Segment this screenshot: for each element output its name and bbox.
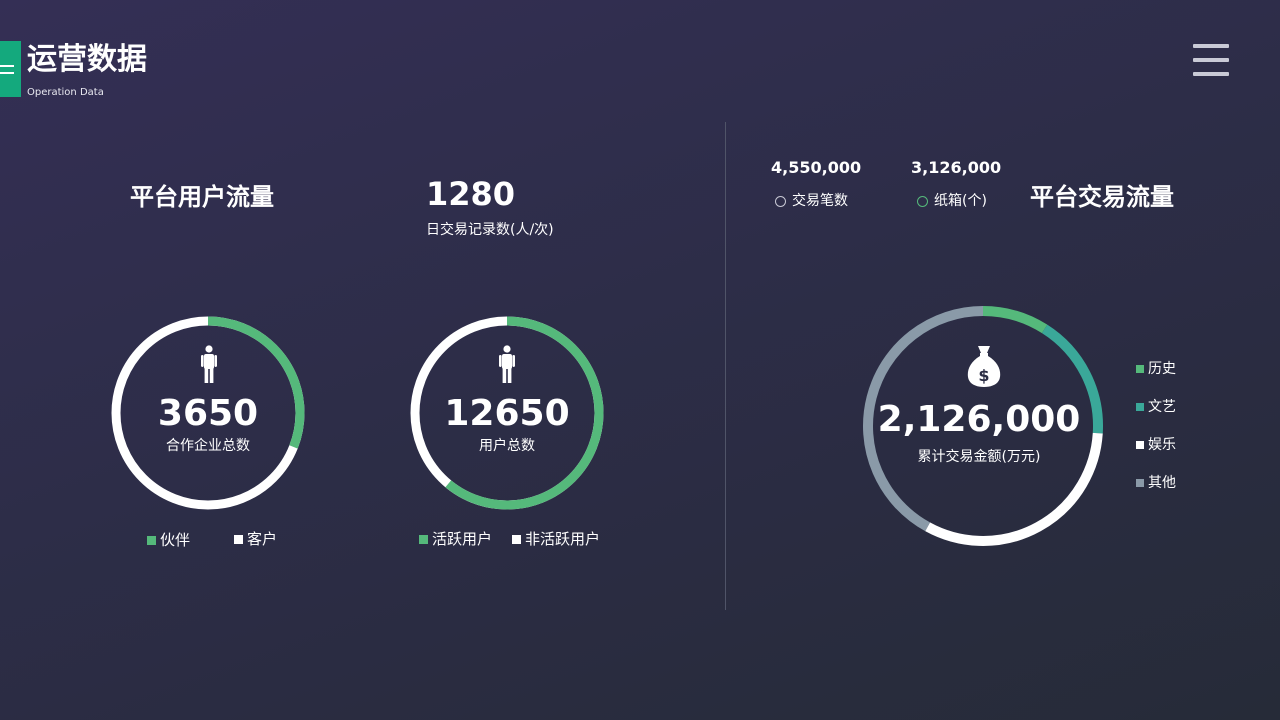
legend-swatch (147, 535, 156, 545)
transaction-count-caption: 交易笔数 (775, 192, 848, 210)
circle-marker-icon (917, 195, 928, 207)
legend-label: 伙伴 (160, 531, 191, 549)
legend-label: 文艺 (1148, 399, 1176, 415)
person-icon (201, 345, 217, 383)
legend-swatch (1136, 365, 1144, 373)
legend-other: 其他 (1136, 474, 1176, 492)
legend-swatch (1136, 441, 1144, 449)
users-total-label: 用户总数 (479, 438, 535, 454)
hamburger-menu-icon[interactable] (1193, 44, 1229, 76)
legend-swatch (1136, 403, 1144, 411)
legend-label: 客户 (247, 530, 278, 548)
caption-text: 交易笔数 (792, 193, 848, 209)
legend-customer: 客户 (234, 529, 277, 549)
users-total-value: 12650 (444, 393, 570, 434)
legend-swatch (419, 534, 428, 544)
caption-text: 纸箱(个) (934, 193, 987, 209)
trade-amount-label: 累计交易金额(万元) (917, 449, 1041, 465)
legend-history: 历史 (1136, 360, 1176, 378)
legend-inactive-users: 非活跃用户 (512, 529, 600, 549)
carton-count-caption: 纸箱(个) (917, 192, 987, 210)
daily-record-value: 1280 (426, 175, 516, 213)
legend-swatch (512, 534, 521, 544)
carton-count-value: 3,126,000 (911, 158, 1002, 177)
trade-traffic-title: 平台交易流量 (1030, 183, 1174, 211)
circle-marker-icon (775, 195, 786, 207)
legend-label: 活跃用户 (432, 530, 493, 548)
legend-label: 历史 (1148, 361, 1176, 377)
partners-total-value: 3650 (157, 393, 259, 434)
donut-slice-历史 (982, 306, 1048, 334)
tab-line (0, 65, 14, 67)
section-divider (725, 122, 726, 610)
legend-entertainment: 娱乐 (1136, 436, 1176, 454)
daily-record-caption: 日交易记录数(人/次) (426, 222, 554, 238)
legend-swatch (1136, 479, 1144, 487)
legend-label: 娱乐 (1148, 437, 1176, 453)
legend-label: 其他 (1148, 475, 1176, 491)
header-accent-tab (0, 41, 21, 97)
page-title: 运营数据 (27, 42, 147, 77)
legend-literature: 文艺 (1136, 398, 1176, 416)
legend-swatch (234, 534, 243, 544)
transaction-count-value: 4,550,000 (771, 158, 862, 177)
trade-amount-value: 2,126,000 (877, 399, 1081, 440)
page-subtitle: Operation Data (27, 87, 104, 98)
svg-text:$: $ (978, 366, 989, 385)
legend-label: 非活跃用户 (525, 530, 601, 548)
legend-active-users: 活跃用户 (419, 529, 492, 549)
tab-line (0, 72, 14, 74)
user-traffic-title: 平台用户流量 (130, 183, 274, 211)
person-icon (499, 345, 515, 383)
legend-partner: 伙伴 (147, 530, 190, 550)
partners-total-label: 合作企业总数 (166, 438, 250, 454)
money-bag-icon: $ (967, 346, 1001, 387)
